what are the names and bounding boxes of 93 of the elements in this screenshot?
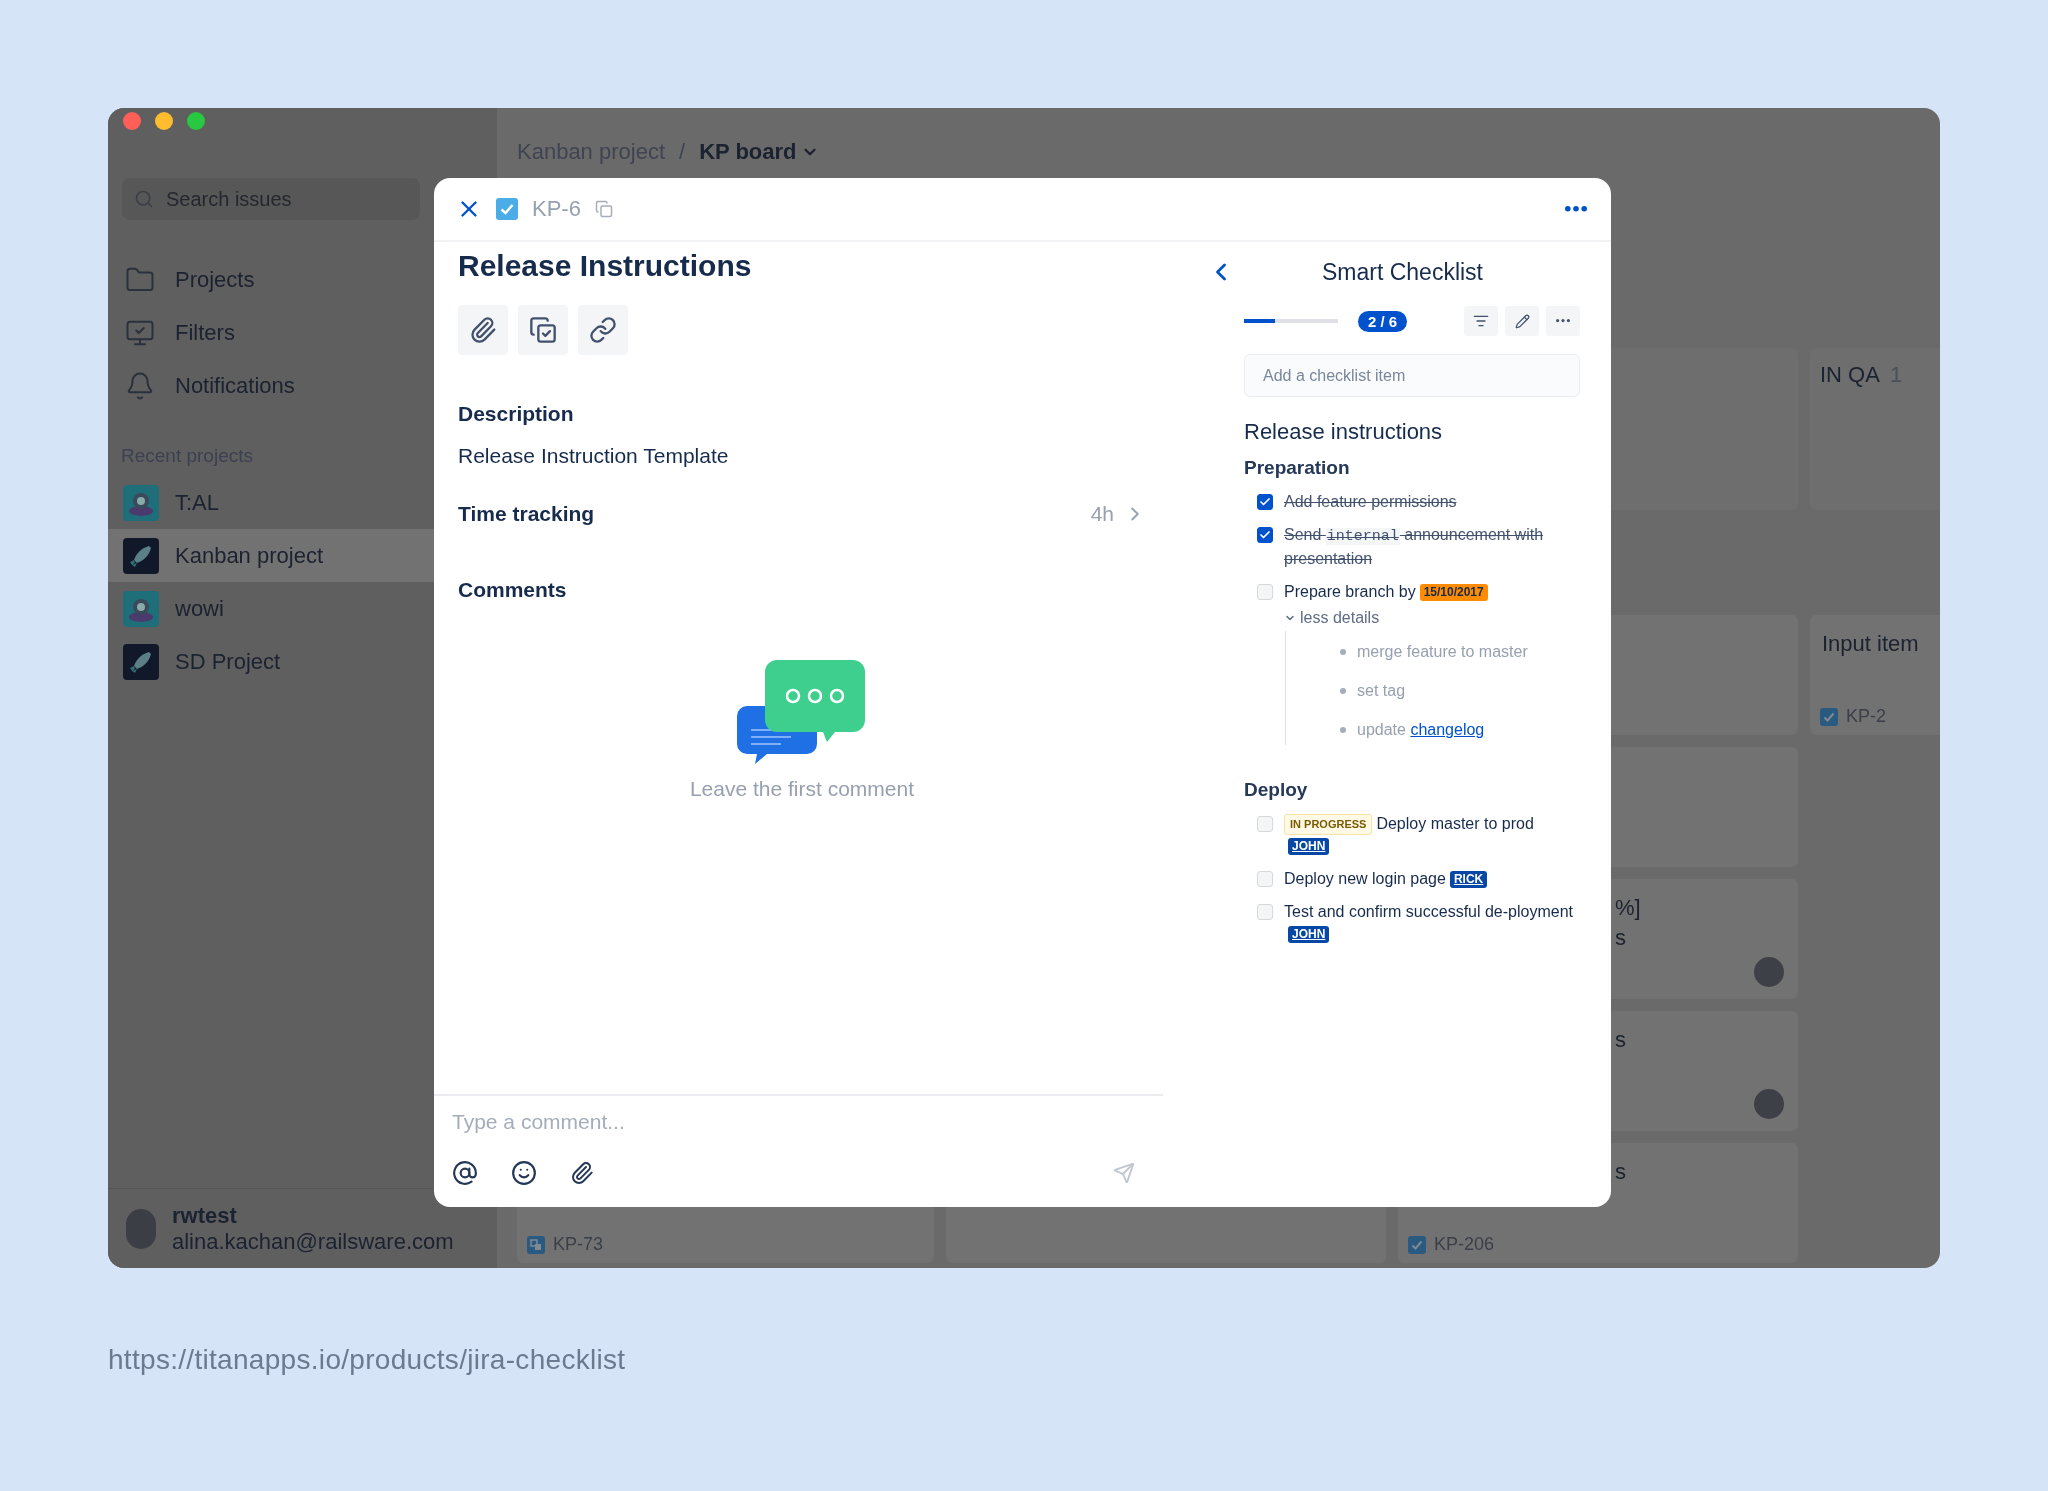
- checklist-item-text: Prepare branch by: [1284, 582, 1416, 602]
- checklist-item-text: Test and confirm successful de-ployment: [1284, 902, 1573, 922]
- section-label: Description: [458, 401, 575, 427]
- window-zoom-button[interactable]: [187, 112, 205, 130]
- bullet-icon: [1340, 649, 1346, 655]
- attach-button[interactable]: [458, 305, 508, 355]
- empty-comments-text: Leave the first comment: [689, 777, 915, 801]
- rocket-icon: [123, 643, 159, 680]
- robot-icon: [123, 484, 159, 521]
- rocket-icon: [123, 537, 159, 574]
- filter-icon: [1473, 313, 1489, 329]
- breadcrumb-link[interactable]: KP board: [699, 139, 819, 165]
- nav-item[interactable]: Projects: [175, 266, 255, 293]
- page-url: https://titanapps.io/products/jira-checklist: [108, 1344, 627, 1376]
- checkbox[interactable]: [1257, 527, 1273, 543]
- section-label: Time tracking: [458, 501, 595, 527]
- project-name: Kanban project: [175, 542, 323, 569]
- pencil-icon: [1514, 313, 1530, 329]
- filter-button[interactable]: [1464, 306, 1498, 336]
- issue-key: KP-73: [553, 1234, 604, 1255]
- detail-text: update changelog: [1357, 720, 1485, 740]
- panel-title: Smart Checklist: [1320, 258, 1484, 286]
- link-icon: [589, 316, 617, 344]
- date-tag: 15/10/2017: [1419, 584, 1488, 601]
- checklist-button[interactable]: [518, 305, 568, 355]
- checklist-item-text: Deploy new login page: [1284, 869, 1446, 889]
- bell-icon: [125, 370, 155, 401]
- changelog-link[interactable]: changelog: [1410, 721, 1485, 738]
- bullet-icon: [1340, 688, 1346, 694]
- description-text: Release Instruction Template: [458, 443, 730, 469]
- emoji-button[interactable]: [511, 1160, 537, 1186]
- check-icon: [1259, 496, 1271, 508]
- copy-icon: [594, 200, 613, 218]
- at-sign-icon: [452, 1160, 478, 1186]
- search-icon: [134, 189, 154, 209]
- add-item-field[interactable]: Add a checklist item: [1244, 354, 1580, 397]
- project-item[interactable]: SD Project: [108, 635, 497, 688]
- issue-key[interactable]: KP-6: [532, 196, 581, 222]
- time-tracking-button[interactable]: 4h: [1090, 502, 1146, 526]
- send-icon: [1113, 1162, 1135, 1184]
- detail-text: merge feature to master: [1357, 642, 1528, 662]
- mention-tag: JOHN: [1288, 838, 1330, 855]
- checkbox-icon: [1408, 1235, 1426, 1254]
- link-button[interactable]: [578, 305, 628, 355]
- user-email: alina.kachan@railsware.com: [172, 1228, 454, 1255]
- card-title: s: [1615, 924, 1627, 952]
- checkbox-icon: [1820, 707, 1838, 726]
- robot-icon: [123, 590, 159, 627]
- details-toggle[interactable]: less details: [1284, 609, 1380, 627]
- edit-button[interactable]: [1505, 306, 1539, 336]
- project-name: T:AL: [175, 489, 220, 516]
- bullet-icon: [1340, 727, 1346, 733]
- card-title: Input item: [1822, 630, 1920, 658]
- check-icon: [1259, 529, 1271, 541]
- more-icon: [1556, 319, 1570, 323]
- breadcrumb-separator: /: [679, 139, 686, 165]
- nav-item[interactable]: Notifications: [175, 372, 295, 399]
- project-name: SD Project: [175, 648, 281, 675]
- attach-button[interactable]: [570, 1161, 594, 1185]
- checklist-item-text: Send internal announcement with presentation: [1284, 525, 1545, 569]
- issue-card[interactable]: Input item KP-2: [1810, 615, 1940, 735]
- paperclip-icon: [570, 1161, 594, 1185]
- section-title: Preparation: [1244, 457, 1351, 479]
- smiley-icon: [511, 1160, 537, 1186]
- card-title: %]: [1615, 894, 1642, 922]
- checklist-heading: Release instructions: [1244, 419, 1444, 445]
- mention-button[interactable]: [452, 1160, 478, 1186]
- nav-item[interactable]: Filters: [175, 319, 235, 346]
- card-title: s: [1615, 1158, 1627, 1186]
- column-title: IN QA: [1820, 362, 1880, 389]
- paperclip-icon: [469, 316, 497, 344]
- progress-count: 2 / 6: [1358, 310, 1408, 332]
- checklist-item-text: Add feature permissions: [1284, 492, 1457, 512]
- issue-key: KP-206: [1434, 1234, 1495, 1255]
- detail-text: set tag: [1357, 681, 1406, 701]
- more-icon: [1565, 206, 1587, 212]
- checkbox[interactable]: [1257, 494, 1273, 510]
- user-name: rwtest: [172, 1202, 238, 1229]
- window-minimize-button[interactable]: [155, 112, 173, 130]
- subtask-icon: [527, 1235, 545, 1254]
- checklist-item-text: Deploy master to prod: [1376, 814, 1534, 834]
- issue-title: Release Instructions: [458, 248, 753, 284]
- section-title: Deploy: [1244, 779, 1309, 801]
- user-avatar: [126, 1208, 156, 1249]
- mention-tag: JOHN: [1288, 926, 1330, 943]
- project-name: wowi: [175, 595, 224, 622]
- checkbox-icon: [496, 198, 518, 220]
- checklist-icon: [529, 316, 557, 344]
- more-button[interactable]: [1565, 206, 1587, 212]
- status-tag: IN PROGRESS: [1284, 814, 1373, 835]
- issue-key: KP-2: [1846, 706, 1887, 727]
- mention-tag: RICK: [1449, 871, 1488, 888]
- card-title: s: [1615, 1026, 1627, 1054]
